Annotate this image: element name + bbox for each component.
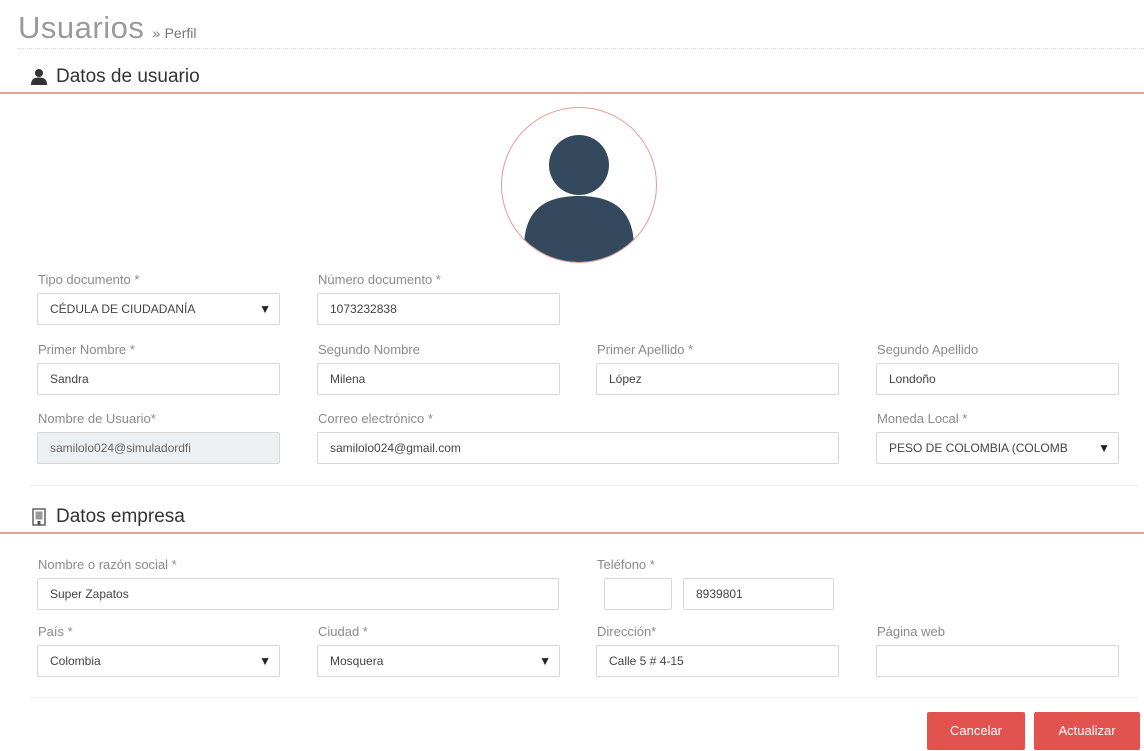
razon-social-input[interactable]: Super Zapatos xyxy=(37,578,559,610)
razon-social-label: Nombre o razón social * xyxy=(38,557,177,572)
telefono-prefix-input[interactable] xyxy=(604,578,672,610)
primer-apellido-label: Primer Apellido * xyxy=(597,342,694,357)
segundo-nombre-label: Segundo Nombre xyxy=(318,342,420,357)
direccion-label: Dirección* xyxy=(597,624,657,639)
direccion-input[interactable]: Calle 5 # 4-15 xyxy=(596,645,839,677)
caret-down-icon: ▼ xyxy=(259,654,271,668)
pais-select[interactable]: Colombia ▼ xyxy=(37,645,280,677)
page-title-main: Usuarios xyxy=(18,10,145,45)
caret-down-icon: ▼ xyxy=(539,654,551,668)
segundo-nombre-input[interactable]: Milena xyxy=(317,363,560,395)
caret-down-icon: ▼ xyxy=(259,302,271,316)
pagina-web-label: Página web xyxy=(877,624,945,639)
nombre-usuario-label: Nombre de Usuario* xyxy=(38,411,156,426)
cancel-button[interactable]: Cancelar xyxy=(927,712,1025,750)
tipo-documento-label: Tipo documento * xyxy=(38,272,140,287)
primer-apellido-input[interactable]: López xyxy=(596,363,839,395)
primer-nombre-label: Primer Nombre * xyxy=(38,342,135,357)
numero-documento-label: Número documento * xyxy=(318,272,441,287)
primer-nombre-input[interactable]: Sandra xyxy=(37,363,280,395)
user-section-title: Datos de usuario xyxy=(56,66,200,87)
moneda-value: PESO DE COLOMBIA (COLOMB xyxy=(889,441,1068,455)
numero-documento-input[interactable]: 1073232838 xyxy=(317,293,560,325)
tipo-documento-select[interactable]: CÉDULA DE CIUDADANÍA ▼ xyxy=(37,293,280,325)
ciudad-value: Mosquera xyxy=(330,654,384,668)
nombre-usuario-input: samilolo024@simuladordfi xyxy=(37,432,280,464)
pagina-web-input[interactable] xyxy=(876,645,1119,677)
caret-down-icon: ▼ xyxy=(1098,441,1110,455)
user-icon xyxy=(31,69,47,85)
pais-value: Colombia xyxy=(50,654,101,668)
ciudad-select[interactable]: Mosquera ▼ xyxy=(317,645,560,677)
telefono-label: Teléfono * xyxy=(597,557,655,572)
avatar[interactable] xyxy=(501,107,657,263)
moneda-select[interactable]: PESO DE COLOMBIA (COLOMB ▼ xyxy=(876,432,1119,464)
page-title: Usuarios » Perfil xyxy=(18,10,1144,49)
avatar-placeholder-icon xyxy=(524,135,634,262)
building-icon xyxy=(32,508,46,526)
tipo-documento-value: CÉDULA DE CIUDADANÍA xyxy=(50,302,196,316)
correo-input[interactable]: samilolo024@gmail.com xyxy=(317,432,839,464)
segundo-apellido-label: Segundo Apellido xyxy=(877,342,979,357)
company-section-title: Datos empresa xyxy=(56,506,185,527)
user-section-header: Datos de usuario xyxy=(0,62,1144,94)
pais-label: País * xyxy=(38,624,73,639)
company-section-header: Datos empresa xyxy=(0,502,1144,534)
segundo-apellido-input[interactable]: Londoño xyxy=(876,363,1119,395)
update-button[interactable]: Actualizar xyxy=(1034,712,1140,750)
ciudad-label: Ciudad * xyxy=(318,624,368,639)
page-subtitle: Perfil xyxy=(164,25,197,41)
correo-label: Correo electrónico * xyxy=(318,411,433,426)
telefono-input[interactable]: 8939801 xyxy=(683,578,834,610)
breadcrumb-separator: » xyxy=(152,25,161,41)
moneda-label: Moneda Local * xyxy=(877,411,968,426)
